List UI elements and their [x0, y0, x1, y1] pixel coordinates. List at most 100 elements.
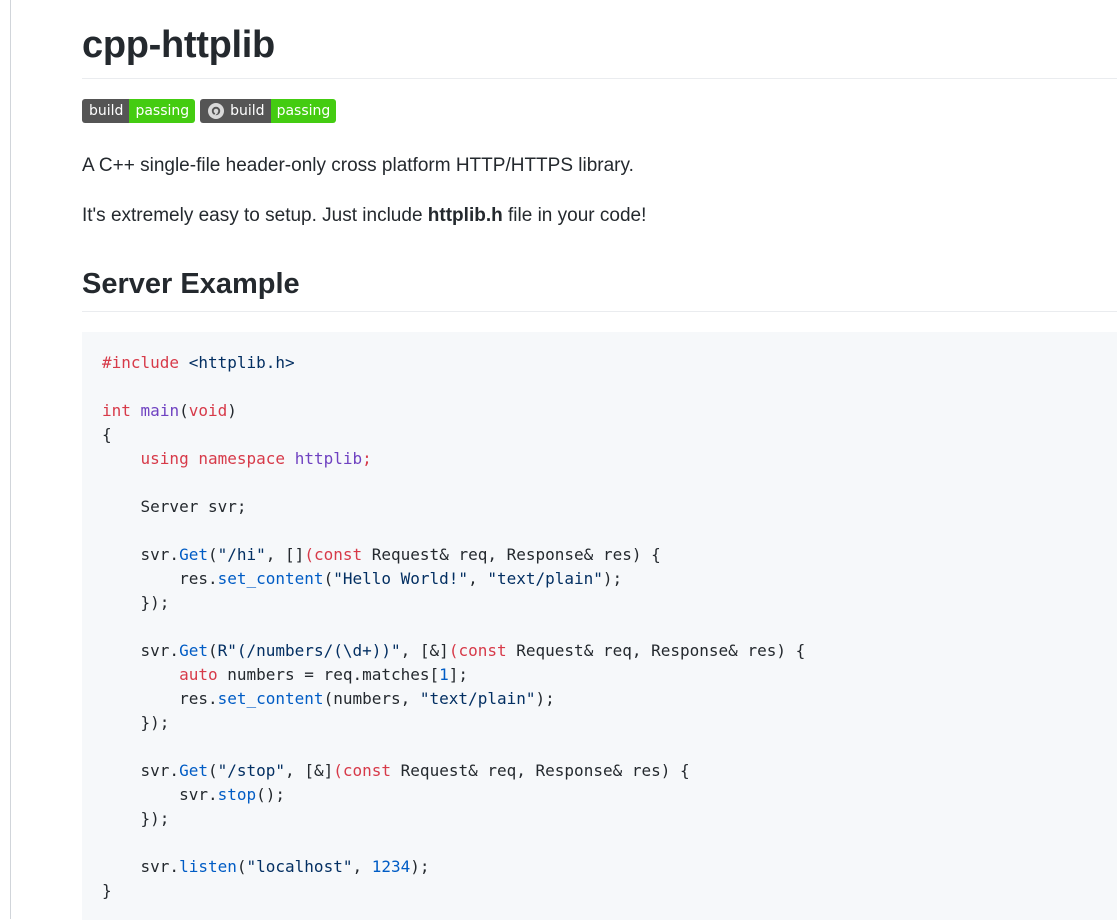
header-filename: httplib.h — [427, 205, 503, 226]
code-token: void — [188, 401, 228, 420]
left-border — [10, 0, 11, 919]
code-token: using — [140, 449, 189, 468]
code-line: { — [102, 425, 112, 444]
code-token: int — [102, 401, 131, 420]
code-token: set_content — [217, 569, 324, 588]
code-line: Server svr; — [102, 497, 247, 516]
code-token: svr. — [102, 641, 180, 660]
code-line: }); — [102, 713, 170, 732]
code-token: listen — [179, 857, 237, 876]
code-token: ); — [410, 857, 430, 876]
code-token: const — [313, 545, 363, 564]
code-token: R"(/numbers/(\d+))" — [217, 641, 401, 660]
code-token: ( — [179, 401, 189, 420]
code-line: svr.stop(); — [102, 783, 1097, 807]
code-token: ( — [207, 545, 218, 564]
code-token: #include — [102, 353, 180, 372]
code-token: httplib — [294, 449, 363, 468]
code-token: , [&] — [285, 761, 334, 780]
code-token: "Hello World!" — [333, 569, 469, 588]
code-line: } — [102, 881, 112, 900]
code-token: Request& req, Response& res) { — [362, 545, 661, 564]
code-token: ( — [236, 857, 247, 876]
code-token: const — [342, 761, 392, 780]
code-line: }); — [102, 593, 170, 612]
intro-description: A C++ single-file header-only cross plat… — [82, 155, 634, 176]
readme-content: cpp-httplib build passing build passing … — [82, 0, 1117, 920]
code-token: ( — [323, 569, 334, 588]
code-block: #include <httplib.h> int main(void){ usin… — [82, 332, 1117, 920]
build-badge-travis[interactable]: build passing — [82, 99, 196, 123]
code-token: ; — [362, 449, 372, 468]
appveyor-icon — [208, 103, 225, 119]
setup-text: It's extremely easy to setup. Just inclu… — [82, 205, 428, 226]
setup-text-end: file in your code! — [502, 205, 647, 226]
code-line: using namespace httplib; — [102, 447, 1097, 471]
code-token: , [] — [265, 545, 305, 564]
code-token: ); — [535, 689, 555, 708]
code-token: svr. — [102, 545, 180, 564]
code-token: ); — [602, 569, 623, 588]
code-token: namespace — [198, 449, 286, 468]
code-token: svr. — [102, 857, 180, 876]
code-token: (); — [256, 785, 286, 804]
code-line: svr.Get(R"(/numbers/(\d+))", [&](const R… — [102, 639, 1097, 663]
badge-label: build — [230, 103, 265, 119]
code-token: ( — [207, 761, 218, 780]
code-token: <httplib.h> — [179, 353, 295, 372]
code-token: "text/plain" — [487, 569, 603, 588]
section-heading: Server Example — [82, 264, 1117, 312]
code-token: (numbers, — [323, 689, 420, 708]
code-line: svr.listen("localhost", 1234); — [102, 855, 1097, 879]
badge-status: passing — [129, 99, 196, 123]
page-title: cpp-httplib — [82, 20, 1117, 79]
code-line: svr.Get("/stop", [&](const Request& req,… — [102, 759, 1097, 783]
code-token: main — [140, 401, 180, 420]
code-token: res. — [102, 569, 218, 588]
code-token: Get — [179, 641, 208, 660]
badge-label: build — [82, 99, 130, 123]
code-token: , — [352, 857, 372, 876]
code-token: ( — [448, 641, 459, 660]
badge-label-wrap: build — [200, 99, 271, 123]
code-token: , — [468, 569, 488, 588]
code-token: "localhost" — [246, 857, 353, 876]
code-token: Request& req, Response& res) { — [391, 761, 690, 780]
code-token: ( — [304, 545, 314, 564]
badges-row: build passing build passing — [82, 99, 1117, 123]
code-token: svr. — [102, 761, 180, 780]
code-token: "text/plain" — [419, 689, 536, 708]
code-token: Get — [179, 545, 208, 564]
code-line: int main(void) — [102, 399, 1097, 423]
badge-status: passing — [270, 99, 337, 123]
code-line: }); — [102, 809, 170, 828]
code-token: ( — [333, 761, 343, 780]
code-token: 1 — [439, 665, 449, 684]
code-token: ( — [207, 641, 218, 660]
code-token: ]; — [448, 665, 469, 684]
code-token: 1234 — [371, 857, 411, 876]
code-token: svr. — [102, 785, 218, 804]
code-line: auto numbers = req.matches[1]; — [102, 663, 1097, 687]
code-token: auto — [179, 665, 218, 684]
code-token: "/stop" — [217, 761, 286, 780]
code-line: #include <httplib.h> — [102, 351, 1097, 375]
code-token: "/hi" — [217, 545, 266, 564]
code-line: res.set_content(numbers, "text/plain"); — [102, 687, 1097, 711]
build-badge-appveyor[interactable]: build passing — [200, 99, 337, 123]
code-token: const — [458, 641, 507, 660]
code-token: stop — [217, 785, 257, 804]
code-token: res. — [102, 689, 218, 708]
code-token: ) — [227, 401, 237, 420]
code-line: svr.Get("/hi", [](const Request& req, Re… — [102, 543, 1097, 567]
code-token: Get — [179, 761, 208, 780]
